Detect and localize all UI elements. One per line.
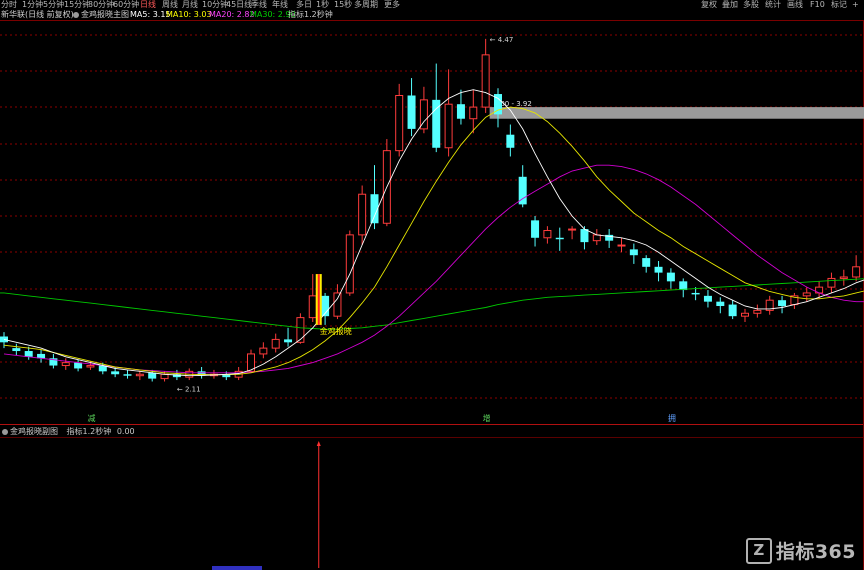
sub-indicator-note: 指标1.2秒钟	[66, 427, 112, 436]
candle-body-13	[160, 373, 169, 380]
sub-indicator-name: 金鸡报晓副图	[10, 427, 58, 436]
resistance-band	[489, 107, 864, 119]
sub-bottom-bar	[212, 566, 262, 570]
candle-body-45	[555, 237, 564, 240]
sub-indicator-circle-icon	[2, 428, 8, 435]
candle-body-1	[12, 348, 21, 352]
candle-body-27	[333, 292, 342, 317]
candle-body-33	[407, 95, 416, 129]
candle-body-65	[802, 292, 811, 297]
low-label: ← 2.11	[177, 386, 201, 394]
high-label: ← 4.47	[490, 36, 514, 44]
candle-body-67	[827, 277, 836, 288]
candle-body-58	[716, 301, 725, 307]
logo-text: 指标365	[775, 541, 856, 563]
candle-body-5	[61, 362, 70, 367]
candle-body-57	[703, 295, 712, 302]
candle-body-22	[271, 338, 280, 349]
candle-body-7	[86, 365, 95, 368]
ma30-line	[3, 278, 864, 330]
candle-body-59	[728, 304, 737, 317]
candle-body-53	[654, 266, 663, 273]
candle-body-50	[617, 244, 626, 247]
candle-body-28	[345, 234, 354, 294]
candle-body-44	[543, 230, 552, 239]
candle-body-2	[24, 351, 33, 357]
candle-body-60	[741, 312, 749, 317]
candle-body-48	[592, 234, 601, 242]
candle-body-39	[481, 54, 490, 108]
candle-body-21	[259, 347, 268, 355]
candle-body-38	[469, 106, 478, 120]
candle-body-51	[629, 249, 638, 256]
kline-chart[interactable]: 4.00 - 3.92金鸡报晓← 4.47← 2.11减增拥	[0, 0, 864, 570]
candle-body-10	[123, 374, 132, 376]
watermark-logo: Z 指标365	[745, 537, 856, 564]
candle-body-54	[666, 272, 675, 282]
candle-body-46	[568, 228, 577, 231]
candle-body-52	[642, 258, 651, 267]
marker-label-0: 减	[87, 413, 95, 423]
candle-body-12	[148, 372, 157, 379]
logo-mark-icon: Z	[745, 537, 772, 564]
sub-chart-legend: 金鸡报晓副图 指标1.2秒钟 0.00	[2, 426, 135, 437]
candle-body-56	[691, 292, 700, 295]
candle-body-35	[432, 99, 441, 148]
candle-body-36	[444, 103, 453, 149]
sub-indicator-selector[interactable]: 金鸡报晓副图	[2, 427, 58, 436]
candle-body-63	[778, 300, 787, 307]
candle-body-61	[753, 309, 762, 314]
signal-bar-core	[317, 274, 320, 325]
ma20-line	[3, 164, 864, 374]
candle-body-68	[839, 276, 848, 279]
candle-body-69	[852, 266, 861, 278]
candle-body-41	[506, 134, 515, 148]
marker-label-1: 增	[483, 413, 491, 423]
candle-body-37	[456, 104, 465, 119]
candle-body-9	[111, 371, 120, 375]
candle-body-11	[135, 373, 144, 377]
candle-body-47	[580, 229, 589, 243]
candle-body-43	[531, 220, 540, 238]
signal-label: 金鸡报晓	[320, 326, 352, 336]
marker-label-2: 拥	[668, 413, 676, 423]
candle-body-23	[284, 339, 293, 343]
sub-signal-arrow-icon	[316, 441, 321, 446]
candle-body-32	[395, 94, 404, 152]
candle-body-25	[308, 295, 317, 319]
candle-body-29	[358, 193, 367, 236]
candle-body-6	[74, 362, 83, 369]
candle-body-24	[296, 317, 305, 343]
sub-indicator-value: 0.00	[116, 427, 135, 436]
